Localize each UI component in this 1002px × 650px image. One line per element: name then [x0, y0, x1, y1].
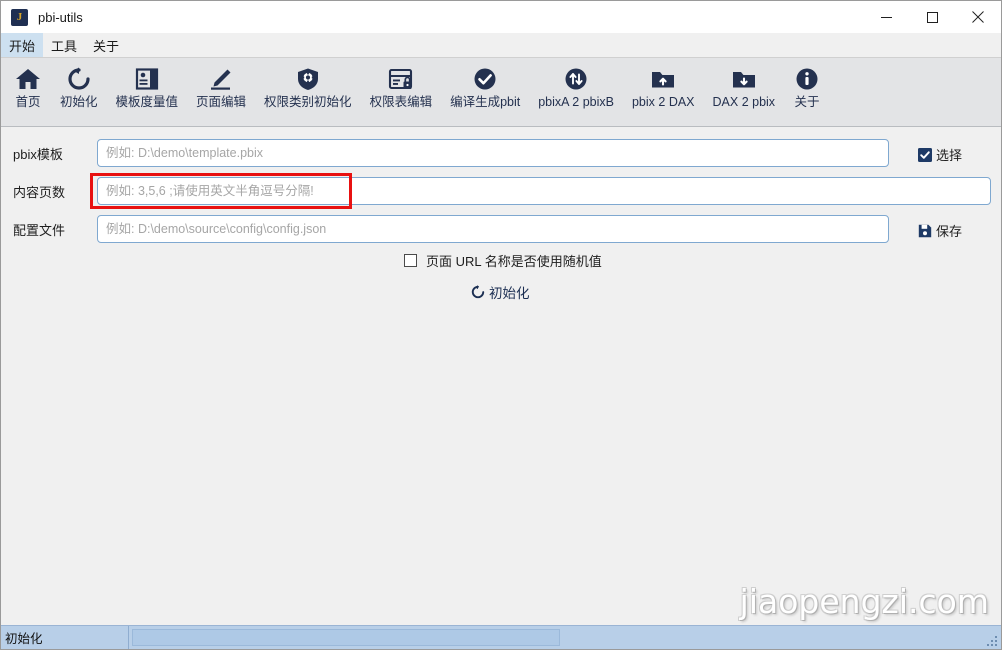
- menu-item-tools[interactable]: 工具: [43, 33, 85, 57]
- save-button[interactable]: 保存: [918, 221, 962, 240]
- label-pbix-template: pbix模板: [13, 146, 63, 162]
- close-icon[interactable]: [955, 1, 1001, 33]
- refresh-counterclockwise-icon: [471, 285, 485, 299]
- toolbar-label-dax-2-pbix: DAX 2 pbix: [712, 95, 776, 109]
- refresh-counterclockwise-icon: [67, 64, 91, 94]
- pbix-template-input[interactable]: [97, 139, 889, 167]
- random-url-checkbox-label: 页面 URL 名称是否使用随机值: [426, 254, 602, 269]
- config-file-input[interactable]: [97, 215, 889, 243]
- status-bar: 初始化: [1, 625, 1001, 649]
- folder-upload-icon: [650, 64, 676, 94]
- floppy-save-icon: [918, 224, 932, 237]
- content-pages-input[interactable]: [97, 177, 991, 205]
- toolbar-button-page-edit[interactable]: 页面编辑: [187, 64, 255, 110]
- toolbar-button-pbixa-2-pbixb[interactable]: pbixA 2 pbixB: [529, 64, 623, 110]
- toolbar-button-init[interactable]: 初始化: [51, 64, 107, 110]
- label-config-file: 配置文件: [13, 222, 66, 238]
- folder-download-icon: [731, 64, 757, 94]
- label-content-pages: 内容页数: [13, 184, 66, 200]
- menu-bar: 开始 工具 关于: [1, 33, 1001, 58]
- toolbar-label-home: 首页: [15, 95, 41, 109]
- info-circle-icon: [795, 64, 819, 94]
- select-button-label: 选择: [936, 148, 963, 163]
- j-letter-icon: J: [11, 8, 28, 26]
- template-measure-panel-icon: [135, 64, 159, 94]
- random-url-checkbox-row[interactable]: 页面 URL 名称是否使用随机值: [404, 251, 602, 270]
- toolbar-label-pbix-2-dax: pbix 2 DAX: [631, 95, 695, 109]
- home-icon: [15, 64, 41, 94]
- toolbar: 首页 初始化 模板度量值 页面编辑 权限类别初始化 权限表编辑 编译生成pbit…: [1, 58, 1001, 127]
- save-button-label: 保存: [936, 224, 963, 239]
- toolbar-label-pbixa-2-pbixb: pbixA 2 pbixB: [538, 95, 614, 109]
- toolbar-button-template-measure[interactable]: 模板度量值: [107, 64, 188, 110]
- maximize-icon[interactable]: [909, 1, 955, 33]
- menu-item-about[interactable]: 关于: [85, 33, 127, 57]
- arrows-updown-circle-icon: [564, 64, 588, 94]
- form-row-config-file: 配置文件: [1, 215, 889, 243]
- toolbar-button-permission-table-edit[interactable]: 权限表编辑: [361, 64, 442, 110]
- minimize-icon[interactable]: [863, 1, 909, 33]
- toolbar-label-about: 关于: [794, 95, 820, 109]
- toolbar-label-page-edit: 页面编辑: [196, 95, 247, 109]
- init-action-label: 初始化: [489, 286, 530, 301]
- main-content: pbix模板 选择 内容页数 配置文件 保存: [1, 127, 1001, 625]
- toolbar-label-template-measure: 模板度量值: [115, 95, 179, 109]
- toolbar-button-home[interactable]: 首页: [5, 64, 51, 110]
- toolbar-button-about[interactable]: 关于: [784, 64, 830, 110]
- status-text: 初始化: [1, 626, 129, 649]
- form-row-pbix-template: pbix模板: [1, 139, 889, 167]
- checkbox-checked-icon: [918, 147, 932, 162]
- select-button[interactable]: 选择: [918, 145, 962, 164]
- table-lock-icon: [388, 64, 414, 94]
- watermark-text: jiaopengzi.com: [739, 582, 989, 621]
- toolbar-button-dax-2-pbix[interactable]: DAX 2 pbix: [704, 64, 785, 110]
- toolbar-button-permission-category-init[interactable]: 权限类别初始化: [255, 64, 361, 110]
- random-url-checkbox[interactable]: [404, 254, 417, 267]
- toolbar-label-compile-pbit: 编译生成pbit: [450, 95, 521, 109]
- pencil-edit-icon: [208, 64, 234, 94]
- app-window: J pbi-utils 开始 工具 关于 首页 初始化 模板度量值 页面编辑 权…: [0, 0, 1002, 650]
- toolbar-label-permission-table-edit: 权限表编辑: [369, 95, 433, 109]
- menu-item-start[interactable]: 开始: [1, 33, 44, 57]
- window-title: pbi-utils: [38, 9, 83, 25]
- toolbar-button-compile-pbit[interactable]: 编译生成pbit: [441, 64, 529, 110]
- resize-grip-icon[interactable]: [987, 636, 999, 648]
- shield-gear-icon: [296, 64, 320, 94]
- toolbar-label-init: 初始化: [60, 95, 98, 109]
- toolbar-label-permission-category-init: 权限类别初始化: [264, 95, 352, 109]
- title-bar: J pbi-utils: [1, 1, 1001, 33]
- status-progress-bar: [132, 629, 560, 646]
- window-controls: [863, 1, 1001, 33]
- init-action-button[interactable]: 初始化: [471, 282, 530, 302]
- toolbar-button-pbix-2-dax[interactable]: pbix 2 DAX: [623, 64, 704, 110]
- form-row-content-pages: 内容页数: [1, 177, 991, 205]
- check-circle-icon: [473, 64, 497, 94]
